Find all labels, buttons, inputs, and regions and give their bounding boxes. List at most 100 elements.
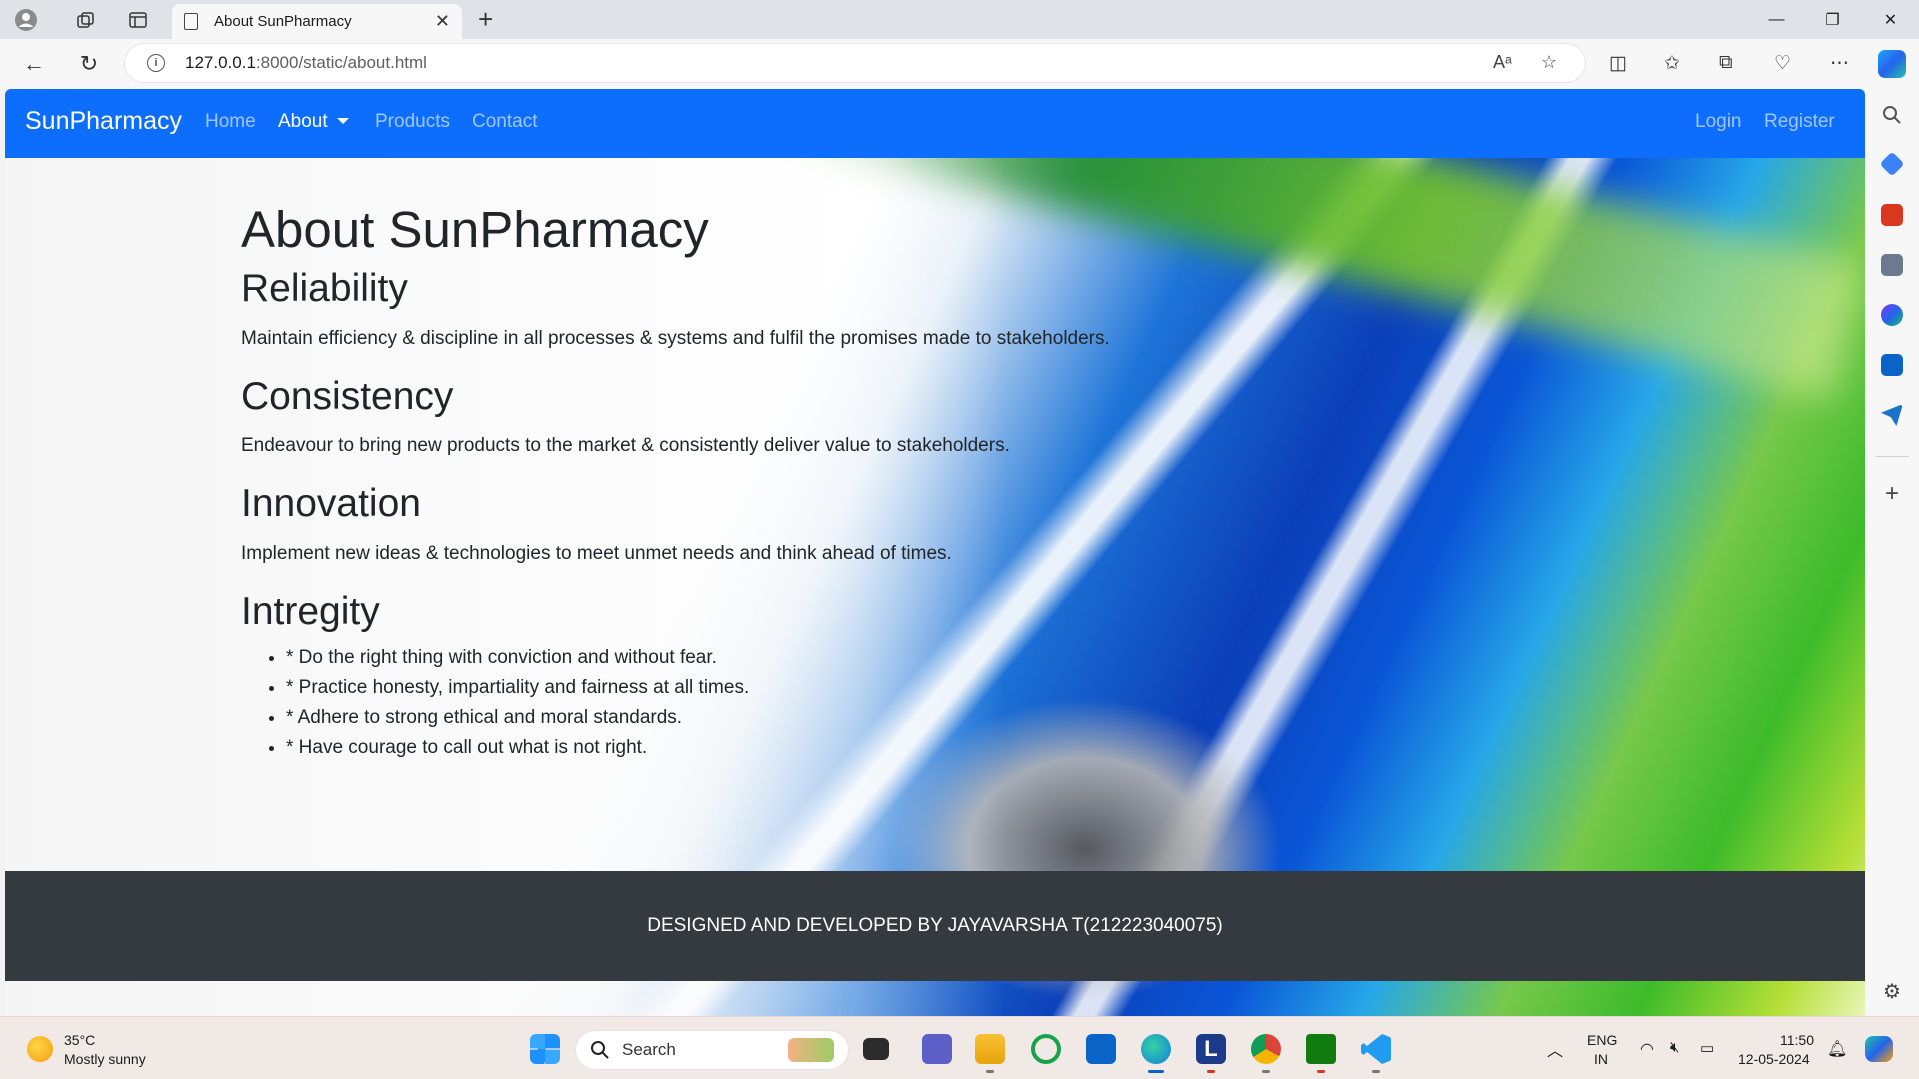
clock-date[interactable]: 12-05-2024 — [1738, 1051, 1810, 1067]
tab-about-sunpharmacy[interactable]: About SunPharmacy ✕ — [172, 4, 462, 39]
language-top[interactable]: ENG — [1587, 1032, 1617, 1048]
close-tab-icon[interactable]: ✕ — [435, 11, 450, 32]
edge-sidebar: + ⚙ — [1866, 89, 1919, 1016]
list-item: * Adhere to strong ethical and moral sta… — [286, 703, 1110, 733]
about-content: About SunPharmacy Reliability Maintain e… — [241, 199, 1110, 763]
section-text-innovation: Implement new ideas & technologies to me… — [241, 542, 952, 564]
tray-chevron-icon[interactable]: ︿ — [1547, 1037, 1563, 1061]
new-tab-button[interactable]: + — [478, 4, 493, 35]
refresh-button[interactable]: ↻ — [76, 51, 102, 77]
outlook-icon[interactable] — [1881, 354, 1903, 376]
teams-icon[interactable] — [922, 1034, 952, 1064]
notification-bell-icon[interactable]: 🔔︎ — [1827, 1039, 1847, 1059]
page-icon — [184, 13, 198, 30]
more-menu-icon[interactable]: ⋯ — [1830, 52, 1849, 75]
tools-icon[interactable] — [1881, 204, 1903, 226]
settings-gear-icon[interactable]: ⚙ — [1881, 981, 1903, 1003]
running-indicator — [986, 1070, 994, 1073]
close-window-button[interactable]: ✕ — [1863, 0, 1918, 39]
nav-register[interactable]: Register — [1764, 111, 1835, 133]
running-indicator — [1262, 1070, 1270, 1073]
copilot-icon[interactable] — [1878, 50, 1906, 78]
profile-icon[interactable] — [10, 4, 42, 36]
weather-temperature[interactable]: 35°C — [64, 1032, 95, 1048]
games-icon[interactable] — [1881, 254, 1903, 276]
url-host: 127.0.0.1 — [185, 53, 256, 72]
running-indicator — [1207, 1070, 1215, 1073]
page-title: About SunPharmacy — [241, 201, 709, 258]
active-indicator — [1148, 1070, 1164, 1073]
nav-products[interactable]: Products — [375, 111, 450, 133]
copilot-taskbar-icon[interactable] — [1865, 1036, 1893, 1062]
xbox-icon[interactable] — [1306, 1034, 1336, 1064]
running-indicator — [1317, 1070, 1325, 1073]
windows-taskbar: 35°C Mostly sunny Search L ︿ ENG IN ◠ 🔇︎… — [0, 1016, 1919, 1079]
integrity-list: * Do the right thing with conviction and… — [241, 643, 1110, 763]
battery-icon[interactable]: ▭ — [1700, 1039, 1714, 1057]
lens-app-icon[interactable]: L — [1196, 1034, 1226, 1064]
weather-condition[interactable]: Mostly sunny — [64, 1051, 146, 1067]
browser-essentials-icon[interactable]: ♡ — [1774, 52, 1791, 75]
site-navbar: SunPharmacy Home About Products Contact … — [5, 89, 1865, 158]
section-heading-innovation: Innovation — [241, 482, 421, 526]
site-footer: DESIGNED AND DEVELOPED BY JAYAVARSHA T(2… — [5, 871, 1865, 981]
site-info-icon[interactable]: i — [147, 54, 165, 72]
section-heading-reliability: Reliability — [241, 267, 408, 311]
microsoft-365-icon[interactable] — [1881, 304, 1903, 326]
nav-about-label: About — [278, 111, 328, 132]
favorite-star-icon[interactable]: ☆ — [1541, 52, 1557, 73]
wifi-icon[interactable]: ◠ — [1640, 1039, 1654, 1059]
volume-icon[interactable]: 🔇︎ — [1670, 1039, 1679, 1056]
section-text-reliability: Maintain efficiency & discipline in all … — [241, 327, 1110, 349]
taskbar-search[interactable]: Search — [576, 1031, 848, 1069]
task-view-icon[interactable] — [863, 1038, 889, 1060]
search-placeholder: Search — [622, 1040, 676, 1059]
section-heading-integrity: Intregity — [241, 589, 380, 633]
section-text-consistency: Endeavour to bring new products to the m… — [241, 435, 1010, 457]
footer-credit: DESIGNED AND DEVELOPED BY JAYAVARSHA T(2… — [647, 915, 1223, 936]
list-item: * Do the right thing with conviction and… — [286, 643, 1110, 673]
browser-tab-strip: About SunPharmacy ✕ + — ❐ ✕ — [0, 0, 1919, 39]
minimize-button[interactable]: — — [1749, 0, 1804, 39]
back-button[interactable]: ← — [21, 51, 47, 77]
file-explorer-icon[interactable] — [975, 1034, 1005, 1064]
address-toolbar: ← ↻ i 127.0.0.1:8000/static/about.html A… — [0, 39, 1919, 89]
send-icon[interactable] — [1881, 404, 1903, 426]
list-item: * Have courage to call out what is not r… — [286, 733, 1110, 763]
url-path: :8000/static/about.html — [255, 53, 427, 72]
add-icon[interactable]: + — [1881, 482, 1903, 506]
sidebar-divider — [1876, 456, 1909, 457]
nav-login[interactable]: Login — [1695, 111, 1742, 133]
restore-button[interactable]: ❐ — [1805, 0, 1860, 39]
read-aloud-icon[interactable]: A͏ᵃ — [1493, 52, 1512, 73]
split-screen-icon[interactable]: ◫ — [1609, 52, 1627, 75]
address-bar[interactable]: i 127.0.0.1:8000/static/about.html A͏ᵃ ☆ — [125, 44, 1585, 82]
vertical-tabs-icon[interactable] — [122, 4, 154, 36]
section-heading-consistency: Consistency — [241, 374, 454, 418]
clock-time[interactable]: 11:50 — [1780, 1032, 1814, 1048]
dropdown-caret-icon — [336, 118, 349, 124]
workspaces-icon[interactable] — [70, 4, 102, 36]
nav-home[interactable]: Home — [205, 111, 256, 133]
refresh-app-icon[interactable] — [1031, 1034, 1061, 1064]
tab-title: About SunPharmacy — [214, 13, 352, 30]
running-indicator — [1372, 1070, 1380, 1073]
nav-about[interactable]: About — [278, 111, 349, 133]
favorites-icon[interactable]: ✩ — [1664, 52, 1680, 75]
chrome-icon[interactable] — [1251, 1034, 1281, 1064]
search-icon — [591, 1041, 609, 1059]
windows-start-icon[interactable] — [530, 1034, 560, 1064]
language-bottom[interactable]: IN — [1594, 1051, 1608, 1067]
list-item: * Practice honesty, impartiality and fai… — [286, 673, 1110, 703]
edge-icon[interactable] — [1141, 1034, 1171, 1064]
microsoft-store-icon[interactable] — [1086, 1034, 1116, 1064]
weather-sun-icon[interactable] — [27, 1036, 53, 1062]
search-icon[interactable] — [1881, 104, 1903, 126]
page-viewport: SunPharmacy Home About Products Contact … — [5, 89, 1865, 1016]
collections-icon[interactable]: ⧉ — [1719, 52, 1733, 74]
brand-link[interactable]: SunPharmacy — [25, 107, 182, 136]
shopping-tag-icon[interactable] — [1879, 151, 1905, 177]
nav-contact[interactable]: Contact — [472, 111, 537, 133]
search-highlight-icon — [788, 1038, 834, 1062]
vscode-icon[interactable] — [1361, 1034, 1391, 1064]
